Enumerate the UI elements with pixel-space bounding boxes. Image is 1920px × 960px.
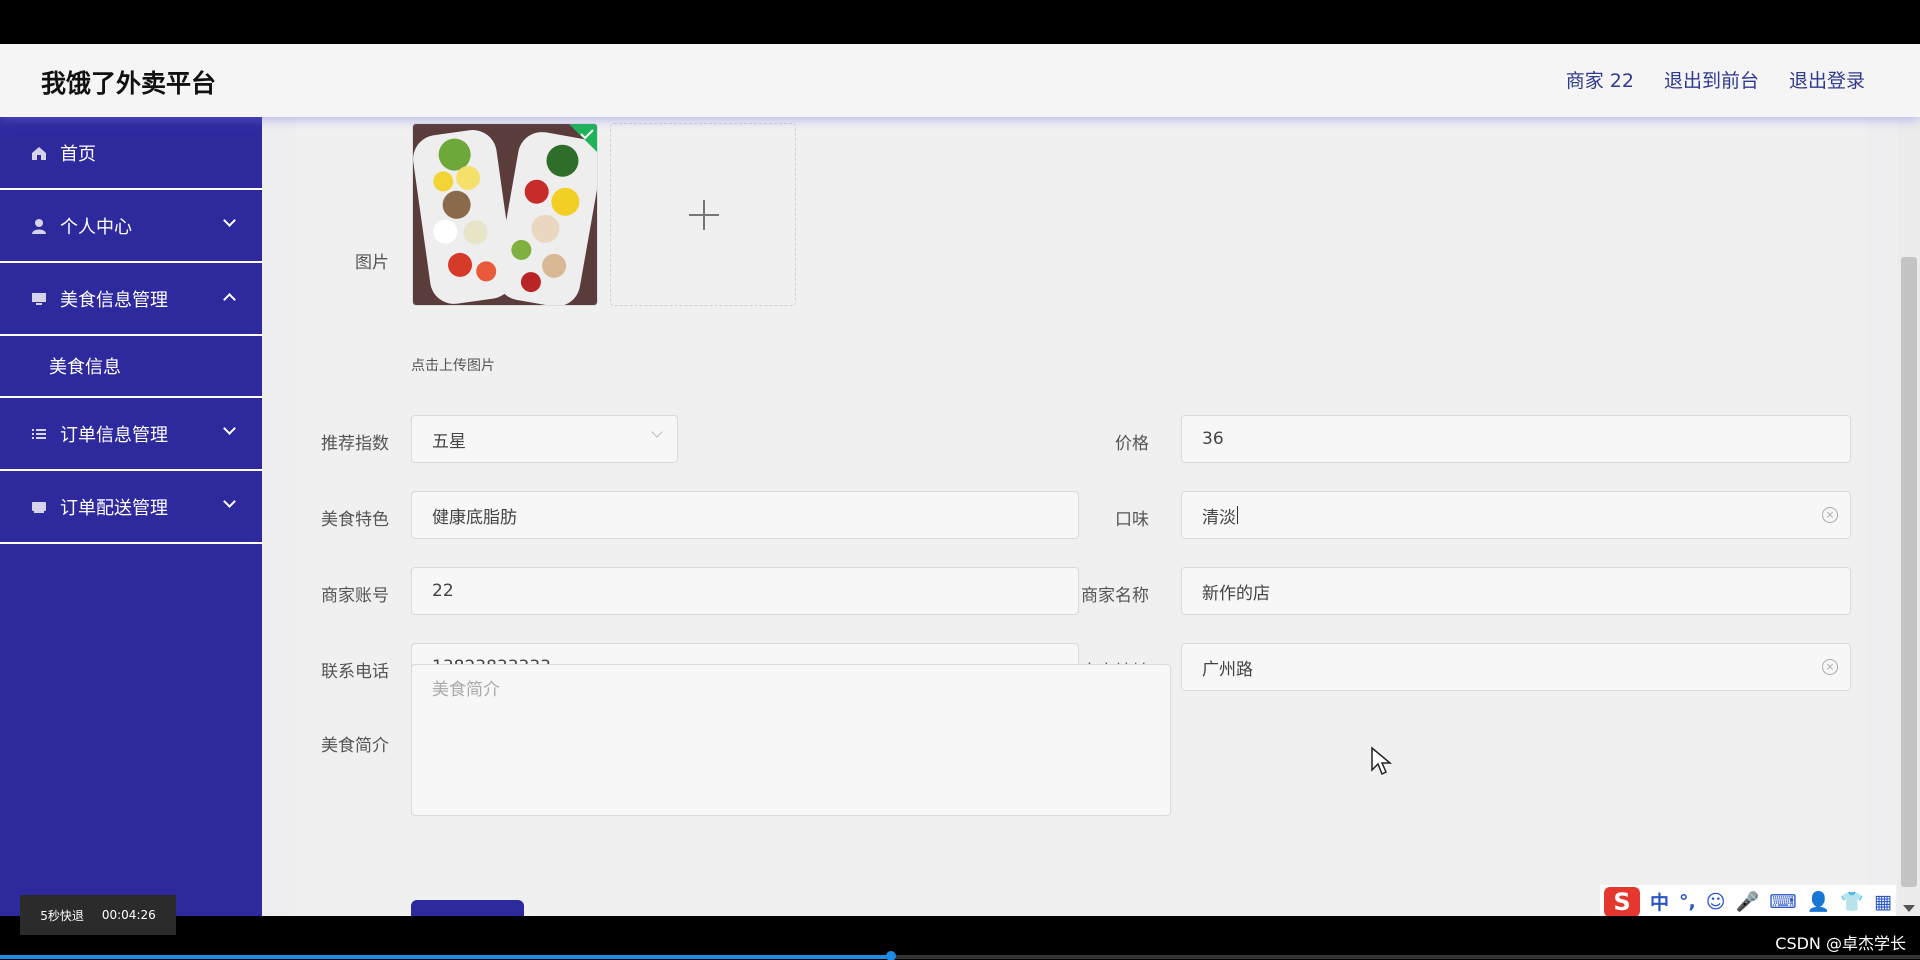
ime-user-icon[interactable]: 👤 — [1807, 890, 1831, 913]
sidebar-item-label: 美食信息管理 — [60, 289, 168, 311]
taste-label: 口味 — [1115, 510, 1149, 530]
feature-label: 美食特色 — [321, 510, 389, 530]
video-progress-bar[interactable] — [0, 951, 1920, 960]
text-caret — [1237, 506, 1238, 524]
address-value: 广州路 — [1202, 659, 1253, 680]
sidebar-item-personal-center[interactable]: 个人中心 — [0, 190, 262, 263]
progress-fill — [0, 955, 891, 959]
video-bottom-bar — [0, 916, 1920, 960]
shop-name-value: 新作的店 — [1202, 583, 1270, 604]
home-icon — [30, 144, 48, 162]
app-title: 我饿了外卖平台 — [41, 69, 217, 98]
image-label: 图片 — [355, 253, 389, 273]
sidebar-item-label: 订单配送管理 — [60, 497, 168, 519]
chevron-up-icon — [223, 289, 236, 306]
account-value: 22 — [432, 581, 454, 601]
intro-textarea[interactable]: 美食简介 — [411, 664, 1171, 816]
food-image-thumbnail[interactable] — [412, 123, 598, 306]
main-content: 图片 点击上传图片 推荐指数 五星 价格 36 美食特色 健康底脂肪 口味 清淡… — [262, 117, 1898, 916]
rating-select[interactable]: 五星 — [411, 415, 678, 463]
image-upload-button[interactable] — [610, 123, 796, 306]
watermark: CSDN @卓杰学长 — [1775, 934, 1906, 953]
sidebar-item-label: 首页 — [60, 143, 96, 165]
shop-name-label: 商家名称 — [1081, 586, 1149, 606]
chevron-down-icon — [651, 426, 663, 438]
ime-skin-icon[interactable]: 👕 — [1840, 890, 1864, 913]
box-icon — [30, 498, 48, 516]
header-links: 商家 22 退出到前台 退出登录 — [1566, 66, 1865, 93]
submit-button[interactable] — [411, 900, 524, 916]
sidebar-item-label: 订单信息管理 — [60, 424, 168, 446]
shop-name-field[interactable]: 新作的店 — [1181, 567, 1851, 615]
taste-value: 清淡 — [1202, 507, 1236, 528]
rating-label: 推荐指数 — [321, 434, 389, 454]
page-scrollbar[interactable] — [1898, 117, 1920, 916]
sidebar-item-food-management[interactable]: 美食信息管理 — [0, 263, 262, 336]
exit-to-frontend-link[interactable]: 退出到前台 — [1664, 66, 1759, 93]
address-field[interactable]: 广州路 × — [1181, 643, 1851, 691]
sidebar-item-order-management[interactable]: 订单信息管理 — [0, 398, 262, 471]
sidebar-item-delivery-management[interactable]: 订单配送管理 — [0, 471, 262, 544]
sidebar: 首页 个人中心 美食信息管理 美食信息 订单信息管理 订单配送管理 — [0, 117, 262, 916]
feature-value: 健康底脂肪 — [432, 507, 517, 528]
mouse-cursor-icon — [1370, 746, 1393, 780]
price-field[interactable]: 36 — [1181, 415, 1851, 463]
playback-time: 00:04:26 — [101, 908, 156, 922]
chevron-down-icon — [223, 495, 236, 508]
top-header: 我饿了外卖平台 商家 22 退出到前台 退出登录 — [0, 44, 1920, 117]
app-window: 我饿了外卖平台 商家 22 退出到前台 退出登录 首页 个人中心 美食信息管理 — [0, 44, 1920, 916]
sidebar-subitem-food-info[interactable]: 美食信息 — [0, 336, 262, 398]
chevron-down-icon — [223, 422, 236, 435]
user-icon — [30, 217, 48, 235]
scroll-down-arrow-icon[interactable] — [1903, 905, 1915, 912]
sidebar-item-label: 个人中心 — [60, 216, 132, 238]
food-photo — [413, 124, 597, 305]
account-field[interactable]: 22 — [411, 567, 1079, 615]
plus-icon-stroke — [703, 200, 705, 230]
ime-toolbar: S 中 °, ☺ 🎤 ⌨ 👤 👕 ▦ — [1600, 885, 1896, 916]
clear-icon[interactable]: × — [1822, 507, 1838, 523]
rating-value: 五星 — [432, 431, 466, 452]
account-label: 商家账号 — [321, 586, 389, 606]
progress-knob[interactable] — [885, 951, 896, 960]
upload-hint: 点击上传图片 — [411, 358, 495, 374]
feature-field[interactable]: 健康底脂肪 — [411, 491, 1079, 539]
list-icon — [30, 425, 48, 443]
intro-label: 美食简介 — [321, 736, 389, 756]
phone-label: 联系电话 — [321, 662, 389, 682]
ime-voice-icon[interactable]: 🎤 — [1736, 890, 1760, 913]
ime-keyboard-icon[interactable]: ⌨ — [1769, 891, 1796, 913]
sogou-logo-icon: S — [1604, 886, 1640, 916]
skip-back-label[interactable]: 5秒快退 — [40, 907, 84, 924]
video-overlay-time: 5秒快退 00:04:26 — [20, 895, 176, 935]
scrollbar-thumb[interactable] — [1901, 257, 1917, 887]
ime-chinese-mode[interactable]: 中 — [1650, 888, 1669, 915]
price-label: 价格 — [1115, 434, 1149, 454]
clear-icon[interactable]: × — [1822, 659, 1838, 675]
price-value: 36 — [1202, 429, 1224, 449]
merchant-account-link[interactable]: 商家 22 — [1566, 66, 1634, 93]
ime-grid-icon[interactable]: ▦ — [1874, 891, 1892, 913]
chevron-down-icon — [223, 214, 236, 227]
monitor-icon — [30, 290, 48, 308]
taste-field[interactable]: 清淡 × — [1181, 491, 1851, 539]
sidebar-item-home[interactable]: 首页 — [0, 117, 262, 190]
food-edit-form: 图片 点击上传图片 推荐指数 五星 价格 36 美食特色 健康底脂肪 口味 清淡… — [295, 117, 1867, 916]
ime-punctuation-icon[interactable]: °, — [1679, 891, 1696, 913]
intro-placeholder: 美食简介 — [432, 680, 500, 700]
logout-link[interactable]: 退出登录 — [1789, 66, 1865, 93]
ime-emoji-icon[interactable]: ☺ — [1706, 891, 1726, 913]
